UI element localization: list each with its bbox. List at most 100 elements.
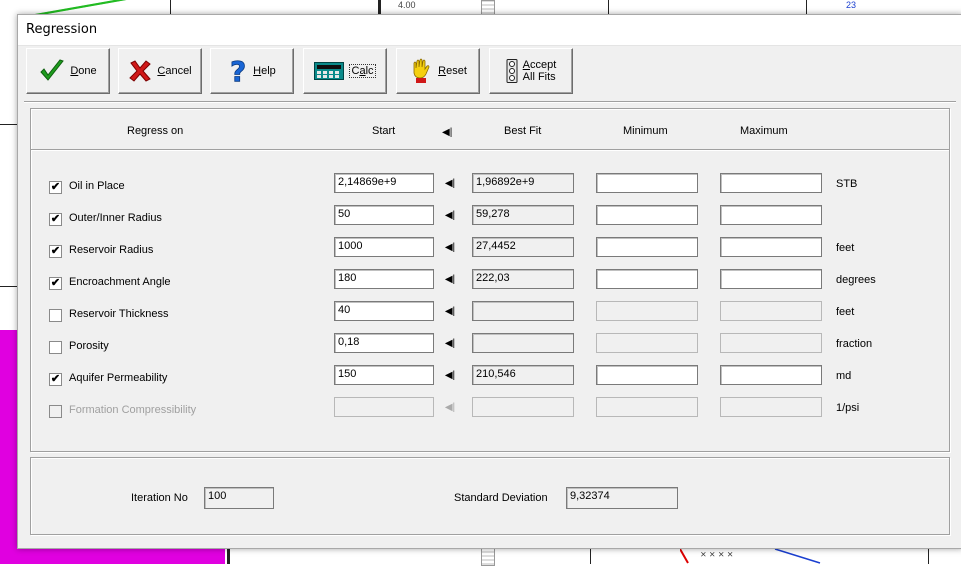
start-value-field[interactable]: 150 bbox=[334, 365, 434, 385]
background-gridline bbox=[0, 286, 17, 287]
question-mark-icon: ? bbox=[228, 57, 248, 85]
results-group: Iteration No 100 Standard Deviation 9,32… bbox=[30, 457, 950, 535]
checkmark-icon bbox=[39, 58, 65, 84]
header-maximum: Maximum bbox=[740, 125, 788, 137]
minimum-field[interactable] bbox=[596, 237, 698, 257]
parameter-label: Reservoir Thickness bbox=[69, 308, 169, 320]
red-x-icon bbox=[128, 59, 152, 83]
done-button[interactable]: Done bbox=[26, 48, 110, 94]
minimum-field[interactable] bbox=[596, 365, 698, 385]
accept-all-fits-label: Accept All Fits bbox=[522, 59, 557, 83]
header-divider bbox=[31, 149, 949, 151]
std-dev-field: 9,32374 bbox=[566, 487, 678, 509]
parameters-group: Regress on Start ◀| Best Fit Minimum Max… bbox=[30, 108, 950, 452]
help-label: Help bbox=[253, 65, 276, 77]
parameter-label: Oil in Place bbox=[69, 180, 125, 192]
maximum-field[interactable] bbox=[720, 237, 822, 257]
background-tick-label: 4.00 bbox=[398, 0, 416, 10]
parameter-row: ✔ Encroachment Angle 180 ◀| 222,03 degrees bbox=[31, 269, 949, 295]
unit-label: degrees bbox=[836, 274, 876, 286]
traffic-light-icon bbox=[506, 59, 518, 83]
copy-best-fit-arrow-button[interactable]: ◀| bbox=[442, 305, 458, 319]
done-label: Done bbox=[70, 65, 97, 77]
regress-checkbox[interactable] bbox=[49, 309, 62, 322]
unit-label: 1/psi bbox=[836, 402, 860, 414]
minimum-field[interactable] bbox=[596, 269, 698, 289]
copy-best-fit-arrow-button[interactable]: ◀| bbox=[442, 369, 458, 383]
reset-button[interactable]: Reset bbox=[396, 48, 480, 94]
best-fit-field bbox=[472, 301, 574, 321]
background-scrollbar bbox=[481, 0, 495, 15]
background-gridline bbox=[0, 124, 17, 125]
regress-checkbox bbox=[49, 405, 62, 418]
cancel-label: Cancel bbox=[157, 65, 192, 77]
background-plot-curve: ⨯ ⨯ ⨯ ⨯ bbox=[680, 548, 821, 564]
start-value-field[interactable]: 50 bbox=[334, 205, 434, 225]
toolbar-separator bbox=[24, 101, 956, 103]
start-value-field[interactable]: 1000 bbox=[334, 237, 434, 257]
parameter-row: ✔ Outer/Inner Radius 50 ◀| 59,278 bbox=[31, 205, 949, 231]
copy-best-fit-arrow-button[interactable]: ◀| bbox=[442, 273, 458, 287]
background-gridline bbox=[590, 547, 591, 564]
calculator-icon bbox=[314, 62, 345, 80]
best-fit-field: 27,4452 bbox=[472, 237, 574, 257]
unit-label: md bbox=[836, 370, 852, 382]
regress-checkbox[interactable]: ✔ bbox=[49, 245, 62, 258]
minimum-field[interactable] bbox=[596, 173, 698, 193]
maximum-field bbox=[720, 397, 822, 417]
start-value-field[interactable]: 2,14869e+9 bbox=[334, 173, 434, 193]
parameter-label: Reservoir Radius bbox=[69, 244, 154, 256]
best-fit-field: 59,278 bbox=[472, 205, 574, 225]
reset-label: Reset bbox=[438, 65, 467, 77]
maximum-field[interactable] bbox=[720, 173, 822, 193]
parameter-row: ✔ Oil in Place 2,14869e+9 ◀| 1,96892e+9 STB bbox=[31, 173, 949, 199]
toolbar: Done Cancel ? Help Calc Reset Accept All… bbox=[24, 46, 954, 98]
svg-text:⨯ ⨯ ⨯ ⨯: ⨯ ⨯ ⨯ ⨯ bbox=[700, 550, 733, 559]
background-tick-label: 23 bbox=[846, 0, 857, 10]
copy-best-fit-arrow-button[interactable]: ◀| bbox=[442, 241, 458, 255]
parameter-row: Reservoir Thickness 40 ◀| feet bbox=[31, 301, 949, 327]
unit-label: fraction bbox=[836, 338, 873, 350]
iteration-label: Iteration No bbox=[131, 492, 188, 504]
copy-best-fit-arrow-button[interactable]: ◀| bbox=[442, 177, 458, 191]
maximum-field[interactable] bbox=[720, 269, 822, 289]
start-value-field[interactable]: 0,18 bbox=[334, 333, 434, 353]
parameter-label: Outer/Inner Radius bbox=[69, 212, 162, 224]
svg-text:?: ? bbox=[230, 57, 246, 85]
regress-checkbox[interactable]: ✔ bbox=[49, 213, 62, 226]
copy-all-arrow-button[interactable]: ◀| bbox=[442, 127, 452, 138]
parameter-label: Encroachment Angle bbox=[69, 276, 171, 288]
dialog-title: Regression bbox=[26, 22, 98, 37]
calc-button[interactable]: Calc bbox=[303, 48, 387, 94]
minimum-field[interactable] bbox=[596, 205, 698, 225]
background-gridline bbox=[170, 0, 171, 14]
cancel-button[interactable]: Cancel bbox=[118, 48, 202, 94]
copy-best-fit-arrow-button[interactable]: ◀| bbox=[442, 209, 458, 223]
start-value-field[interactable]: 180 bbox=[334, 269, 434, 289]
minimum-field bbox=[596, 397, 698, 417]
regress-checkbox[interactable] bbox=[49, 341, 62, 354]
regress-checkbox[interactable]: ✔ bbox=[49, 277, 62, 290]
background-axis bbox=[378, 0, 381, 14]
unit-label: STB bbox=[836, 178, 858, 190]
parameter-row: Porosity 0,18 ◀| fraction bbox=[31, 333, 949, 359]
start-value-field[interactable]: 40 bbox=[334, 301, 434, 321]
parameter-label: Porosity bbox=[69, 340, 109, 352]
best-fit-field bbox=[472, 397, 574, 417]
regression-dialog: Regression Done Cancel ? Help Calc Reset… bbox=[17, 14, 961, 549]
title-bar[interactable]: Regression bbox=[18, 15, 961, 46]
unit-label: feet bbox=[836, 242, 855, 254]
iteration-field: 100 bbox=[204, 487, 274, 509]
regress-checkbox[interactable]: ✔ bbox=[49, 181, 62, 194]
maximum-field[interactable] bbox=[720, 365, 822, 385]
maximum-field bbox=[720, 301, 822, 321]
maximum-field[interactable] bbox=[720, 205, 822, 225]
accept-all-fits-button[interactable]: Accept All Fits bbox=[489, 48, 573, 94]
background-axis bbox=[227, 547, 230, 564]
help-button[interactable]: ? Help bbox=[210, 48, 294, 94]
regress-checkbox[interactable]: ✔ bbox=[49, 373, 62, 386]
copy-best-fit-arrow-button[interactable]: ◀| bbox=[442, 337, 458, 351]
background-gridline bbox=[806, 0, 807, 14]
best-fit-field: 210,546 bbox=[472, 365, 574, 385]
header-regress-on: Regress on bbox=[127, 125, 184, 137]
